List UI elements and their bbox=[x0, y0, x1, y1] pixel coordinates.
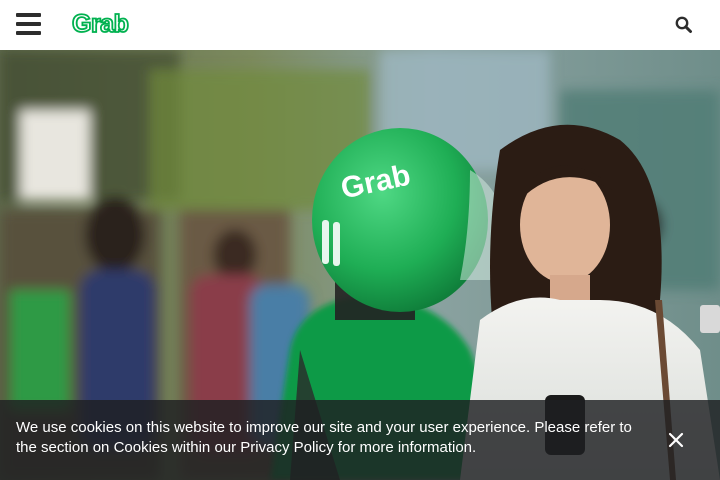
site-header: Grab bbox=[0, 0, 720, 50]
grab-logo-icon: Grab bbox=[71, 9, 130, 39]
page: Grab Grab We use cookies on this website… bbox=[0, 0, 720, 480]
cookie-message: We use cookies on this website to improv… bbox=[16, 419, 632, 456]
cookie-banner: We use cookies on this website to improv… bbox=[0, 400, 720, 480]
hamburger-menu-icon[interactable] bbox=[16, 13, 41, 35]
close-icon[interactable] bbox=[664, 428, 688, 452]
svg-text:Grab: Grab bbox=[72, 10, 129, 38]
search-icon[interactable] bbox=[674, 15, 694, 35]
grab-logo[interactable]: Grab bbox=[71, 9, 138, 39]
